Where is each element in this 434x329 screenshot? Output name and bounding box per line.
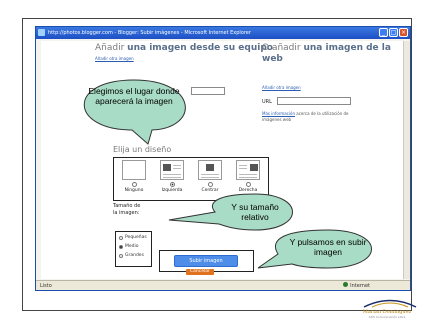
size-large-radio[interactable] [119, 253, 123, 258]
callout-submit-text: Y pulsamos en subir imagen [289, 237, 367, 257]
callout-layout-text: Elegimos el lugar donde aparecerá la ima… [88, 86, 180, 106]
logo-arc-icon [363, 299, 417, 308]
url-input[interactable] [277, 97, 351, 105]
layout-right-thumb [236, 160, 260, 180]
cancel-button[interactable]: Cancelar [186, 269, 214, 275]
layout-none-radio[interactable] [131, 182, 137, 187]
more-info-link[interactable]: Más información [262, 111, 295, 116]
size-option-large[interactable]: Grandes [119, 253, 149, 258]
slide: http://photos.blogger.com - Blogger: Sub… [0, 0, 434, 329]
size-small-label: Pequeñas [125, 235, 147, 240]
url-label: URL [262, 99, 272, 105]
callout-submit: Y pulsamos en subir imagen [257, 228, 388, 276]
size-medium-label: Medio [125, 244, 139, 249]
ie-icon [38, 29, 45, 36]
author-logo: Marian Domínguez ADS Comunicación Libre [352, 298, 422, 322]
layout-left-radio[interactable] [169, 182, 175, 187]
minimize-icon[interactable]: _ [379, 28, 388, 37]
size-title: Tamaño de la imagen: [113, 203, 141, 216]
callout-size-text: Y su tamaño relativo [231, 202, 279, 222]
size-options: Pequeñas Medio Grandes [115, 231, 152, 267]
layout-right-radio[interactable] [245, 182, 251, 187]
window-titlebar: http://photos.blogger.com - Blogger: Sub… [36, 27, 410, 39]
layout-none-thumb [122, 160, 146, 180]
globe-icon [343, 282, 349, 287]
layout-none-label: Ninguno [124, 188, 144, 193]
size-medium-radio[interactable] [119, 244, 123, 249]
submit-area: Subir imagen Cancelar [159, 250, 254, 275]
submit-image-button[interactable]: Subir imagen [174, 255, 238, 267]
logo-subtitle: ADS Comunicación Libre [368, 315, 406, 319]
layout-left-thumb [160, 160, 184, 180]
upload-heading: Añadir una imagen desde su equipo [95, 43, 273, 53]
zone-indicator: Internet [343, 281, 370, 291]
zone-label: Internet [350, 283, 370, 289]
layout-option-left[interactable]: Izquierda [154, 160, 190, 193]
size-option-small[interactable]: Pequeñas [119, 235, 149, 240]
status-text: Listo [40, 283, 52, 289]
callout-layout: Elegimos el lugar donde aparecerá la ima… [66, 78, 202, 148]
maximize-icon[interactable]: □ [389, 28, 398, 37]
layout-center-thumb [198, 160, 222, 180]
window-title: http://photos.blogger.com - Blogger: Sub… [48, 30, 251, 36]
info-text: Más información acerca de la utilización… [262, 111, 349, 122]
layout-option-none[interactable]: Ninguno [116, 160, 152, 193]
add-another-image-link[interactable]: Añadir otra imagen [95, 56, 134, 61]
scrollbar[interactable] [403, 41, 410, 279]
size-large-label: Grandes [125, 253, 144, 258]
web-add-another-link[interactable]: Añadir otra imagen [262, 85, 301, 90]
size-small-radio[interactable] [119, 235, 123, 240]
status-bar: Listo Internet [36, 280, 410, 290]
layout-option-center[interactable]: Centrar [192, 160, 228, 193]
layout-center-radio[interactable] [207, 182, 213, 187]
size-option-medium[interactable]: Medio [119, 244, 149, 249]
close-icon[interactable]: × [399, 28, 408, 37]
web-heading: O añadir una imagen de la web [262, 43, 391, 64]
layout-option-right[interactable]: Derecha [230, 160, 266, 193]
